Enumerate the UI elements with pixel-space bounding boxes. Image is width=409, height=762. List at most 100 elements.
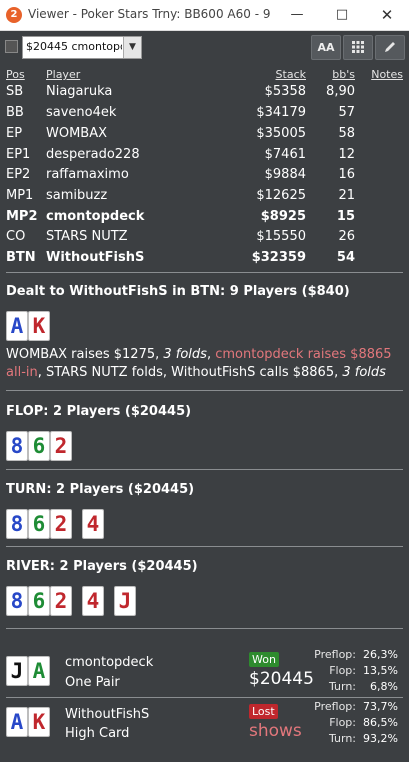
card: J [114,586,136,616]
equity-label: Preflop: [314,700,356,713]
close-icon[interactable]: ✕ [376,4,398,26]
card: 8 [6,586,28,616]
action-folds: 3 folds [163,347,207,362]
player-position: MP1 [6,188,34,203]
player-stack: $34179 [256,105,306,120]
equity-value: 26,3% [363,648,398,661]
card: 6 [28,586,50,616]
card: 4 [82,586,104,616]
player-stack: $12625 [256,188,306,203]
player-position: BTN [6,250,36,265]
header-bbs[interactable]: bb's [332,68,355,81]
header-notes[interactable]: Notes [371,68,403,81]
equity-label: Flop: [329,664,356,677]
card: 2 [50,586,72,616]
player-bbs: 12 [338,147,355,162]
player-name: raffamaximo [46,167,129,182]
chevron-down-icon[interactable]: ▼ [123,37,141,58]
player-row[interactable]: MP1 samibuzz $12625 21 [0,186,409,207]
divider [6,469,403,470]
card: A [6,311,28,341]
font-size-button[interactable]: AA [311,35,341,60]
divider [6,390,403,391]
pencil-icon[interactable] [375,35,405,60]
player-row[interactable]: BB saveno4ek $34179 57 [0,103,409,124]
header-player[interactable]: Player [46,68,80,81]
flop-title: FLOP: 2 Players ($20445) [6,404,192,419]
divider [6,546,403,547]
player-name: desperado228 [46,147,140,162]
equity-value: 6,8% [370,680,398,693]
player-position: BB [6,105,24,120]
preflop-actions: WOMBAX raises $1275, 3 folds, cmontopdec… [6,346,403,382]
player-name: saveno4ek [46,105,117,120]
player-row-hero[interactable]: BTN WithoutFishS $32359 54 [0,248,409,269]
result-badge: Won [249,652,279,667]
player-bbs: 54 [336,250,355,265]
player-bbs: 15 [336,209,355,224]
maximize-icon[interactable]: □ [331,4,353,26]
header-pos[interactable]: Pos [6,68,25,81]
toolbar: $20445 cmontopdeck ▼ AA [0,31,409,63]
player-name: WithoutFishS [46,250,145,265]
header-stack[interactable]: Stack [276,68,306,81]
player-row[interactable]: CO STARS NUTZ $15550 26 [0,227,409,248]
card: J [6,656,28,686]
player-name: STARS NUTZ [46,229,128,244]
card: K [28,311,50,341]
equity-label: Turn: [328,680,356,693]
river-title: RIVER: 2 Players ($20445) [6,559,198,574]
card: 4 [82,509,104,539]
minimize-icon[interactable]: — [286,4,308,26]
turn-title: TURN: 2 Players ($20445) [6,482,195,497]
hand-select-dropdown[interactable]: $20445 cmontopdeck ▼ [22,36,142,59]
player-row[interactable]: EP1 desperado228 $7461 12 [0,145,409,166]
card: 6 [28,509,50,539]
player-position: EP1 [6,147,31,162]
grid-icon[interactable] [343,35,373,60]
select-checkbox[interactable] [5,40,18,53]
player-row[interactable]: EP WOMBAX $35005 58 [0,124,409,145]
divider [6,697,403,698]
showdown-player-name: cmontopdeck [65,655,154,670]
action-text: , STARS NUTZ folds, WithoutFishS calls $… [37,365,343,380]
equity-value: 86,5% [363,716,398,729]
player-row[interactable]: EP2 raffamaximo $9884 16 [0,165,409,186]
player-position: SB [6,84,24,99]
divider [6,628,403,629]
card: K [28,707,50,737]
equity-value: 73,7% [363,700,398,713]
result-amount: shows [249,721,302,741]
player-stack: $35005 [256,126,306,141]
card: 8 [6,509,28,539]
hand-select-value: $20445 cmontopdeck [26,40,122,53]
player-stack: $15550 [256,229,306,244]
player-stack: $5358 [264,84,306,99]
player-bbs: 57 [338,105,355,120]
card: 6 [28,431,50,461]
player-stack: $8925 [260,209,306,224]
equity-value: 13,5% [363,664,398,677]
player-name: Niagaruka [46,84,113,99]
player-bbs: 8,90 [326,84,355,99]
player-name: cmontopdeck [46,209,145,224]
player-position: MP2 [6,209,38,224]
card: 2 [50,509,72,539]
showdown-hand-rank: High Card [65,726,130,741]
equity-label: Turn: [328,732,356,745]
player-row[interactable]: SB Niagaruka $5358 8,90 [0,82,409,103]
equity-value: 93,2% [363,732,398,745]
title-bar: 2 Viewer - Poker Stars Trny: BB600 A60 -… [0,0,409,31]
card: A [6,707,28,737]
player-row-hero-opponent[interactable]: MP2 cmontopdeck $8925 15 [0,207,409,228]
action-text: , [206,347,216,362]
card: 8 [6,431,28,461]
player-bbs: 21 [338,188,355,203]
showdown-hand-rank: One Pair [65,675,120,690]
divider [6,272,403,273]
player-stack: $9884 [264,167,306,182]
player-bbs: 58 [338,126,355,141]
equity-label: Flop: [329,716,356,729]
result-badge: Lost [249,704,278,719]
action-text: WOMBAX raises $1275, [6,347,164,362]
